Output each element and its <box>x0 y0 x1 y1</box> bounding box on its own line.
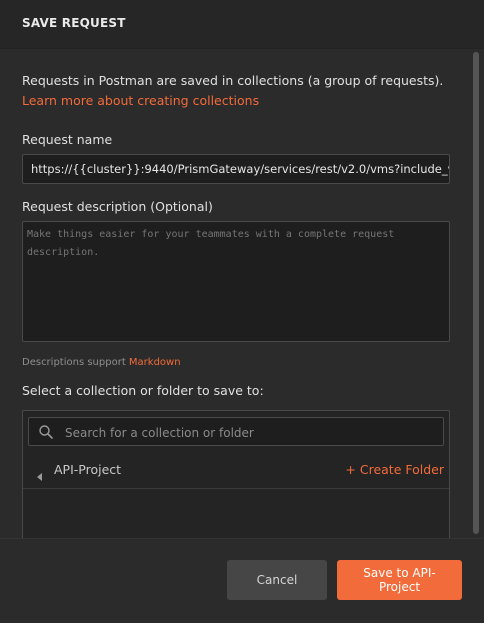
search-icon <box>38 424 54 444</box>
collection-row[interactable]: API-Project + Create Folder <box>23 452 449 489</box>
markdown-link[interactable]: Markdown <box>129 357 181 368</box>
dialog-footer: Cancel Save to API-Project <box>0 538 484 623</box>
description-support-text: Descriptions support <box>22 357 129 368</box>
dialog-header: SAVE REQUEST <box>0 0 484 49</box>
collection-picker: API-Project + Create Folder <box>22 410 450 538</box>
caret-left-icon[interactable] <box>36 466 44 485</box>
dialog-title: SAVE REQUEST <box>22 16 126 30</box>
collection-search-box[interactable] <box>28 417 444 447</box>
collection-name: API-Project <box>54 462 122 477</box>
request-name-label: Request name <box>22 132 113 147</box>
create-folder-button[interactable]: + Create Folder <box>345 462 444 477</box>
dialog-scrollbar-thumb[interactable] <box>473 52 479 534</box>
cancel-button[interactable]: Cancel <box>227 560 327 600</box>
learn-more-link[interactable]: Learn more about creating collections <box>22 93 259 108</box>
dialog-body[interactable]: Requests in Postman are saved in collect… <box>0 48 484 538</box>
request-description-label: Request description (Optional) <box>22 199 213 214</box>
collection-search-input[interactable] <box>63 418 437 447</box>
intro-text: Requests in Postman are saved in collect… <box>22 73 444 88</box>
save-request-dialog: SAVE REQUEST Requests in Postman are sav… <box>0 0 484 623</box>
description-support-note: Descriptions support Markdown <box>22 357 181 368</box>
request-name-input[interactable]: https://{{cluster}}:9440/PrismGateway/se… <box>22 154 450 184</box>
save-button[interactable]: Save to API-Project <box>337 560 462 600</box>
request-description-field[interactable] <box>22 221 450 342</box>
collection-picker-label: Select a collection or folder to save to… <box>22 383 264 398</box>
